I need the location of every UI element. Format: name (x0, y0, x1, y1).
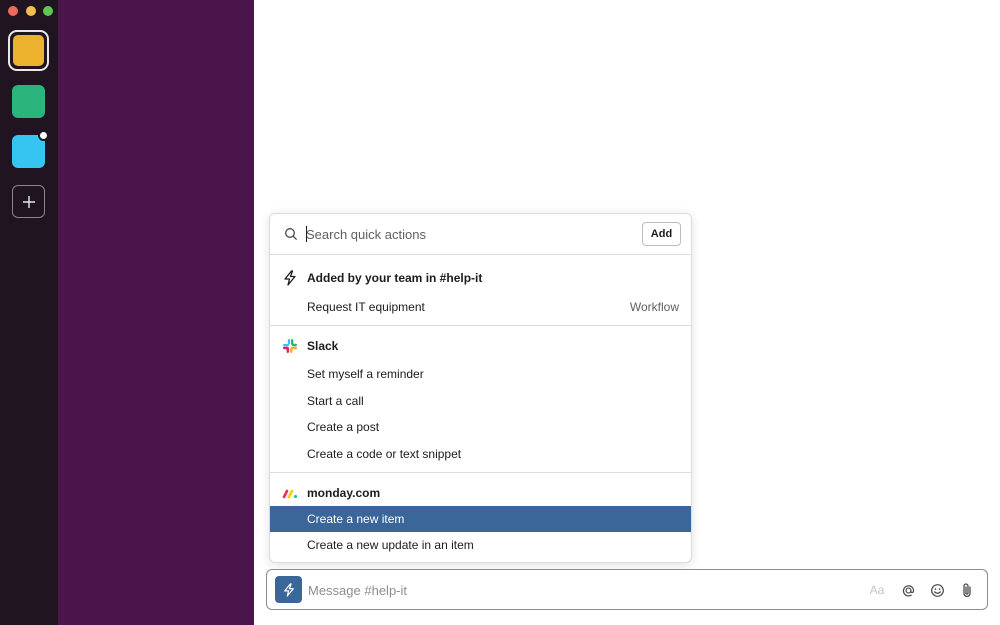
shortcuts-button[interactable] (275, 576, 302, 603)
window-close-button[interactable] (8, 6, 18, 16)
action-create-post[interactable]: Create a post (270, 414, 691, 440)
section-monday: monday.com Create a new item Create a ne… (270, 473, 691, 562)
lightning-icon (283, 582, 294, 597)
section-title: monday.com (307, 486, 381, 500)
workspace-rail (0, 0, 58, 625)
text-cursor (306, 226, 307, 242)
action-label: Start a call (307, 394, 364, 408)
attach-file-button[interactable] (957, 580, 977, 600)
action-source-label: Workflow (629, 300, 679, 314)
formatting-button[interactable]: Aa (867, 580, 887, 600)
section-title: Slack (307, 339, 339, 353)
action-label: Create a new item (307, 512, 405, 526)
emoji-icon (930, 583, 944, 597)
workspace-1-icon (13, 35, 44, 66)
workspace-2-button[interactable] (12, 85, 45, 118)
message-input[interactable] (308, 579, 848, 601)
channel-sidebar (58, 0, 254, 625)
action-label: Create a post (307, 420, 380, 434)
quick-actions-search-input[interactable] (306, 223, 626, 245)
action-label: Request IT equipment (307, 300, 425, 314)
notification-dot (38, 130, 49, 141)
add-quick-action-button[interactable]: Add (642, 222, 681, 246)
action-label: Create a new update in an item (307, 538, 474, 552)
message-composer: Aa (266, 569, 988, 610)
slack-logo-icon (282, 338, 298, 354)
at-icon (902, 584, 914, 596)
section-header: Added by your team in #help-it (270, 266, 691, 290)
lightning-icon (282, 270, 298, 286)
action-set-reminder[interactable]: Set myself a reminder (270, 361, 691, 387)
plus-icon (22, 195, 35, 208)
action-create-update[interactable]: Create a new update in an item (270, 532, 691, 558)
emoji-button[interactable] (927, 580, 947, 600)
section-team-actions: Added by your team in #help-it Request I… (270, 255, 691, 326)
quick-actions-menu: Add Added by your team in #help-it Reque… (269, 213, 692, 563)
mention-button[interactable] (898, 580, 918, 600)
section-header: monday.com (270, 481, 691, 505)
action-start-call[interactable]: Start a call (270, 388, 691, 414)
action-create-snippet[interactable]: Create a code or text snippet (270, 441, 691, 467)
window-zoom-button[interactable] (43, 6, 53, 16)
search-icon (285, 228, 298, 241)
action-request-it-equipment[interactable]: Request IT equipment Workflow (270, 294, 691, 320)
window-minimize-button[interactable] (26, 6, 36, 16)
add-workspace-button[interactable] (12, 185, 45, 218)
monday-logo-icon (282, 485, 298, 501)
workspace-1-button[interactable] (8, 30, 49, 71)
action-label: Create a code or text snippet (307, 447, 462, 461)
quick-actions-search-bar: Add (270, 214, 691, 255)
paperclip-icon (963, 583, 971, 598)
section-slack: Slack Set myself a reminder Start a call… (270, 326, 691, 473)
section-title: Added by your team in #help-it (307, 271, 483, 285)
action-label: Set myself a reminder (307, 367, 424, 381)
action-create-new-item[interactable]: Create a new item (270, 506, 691, 532)
section-header: Slack (270, 334, 691, 358)
